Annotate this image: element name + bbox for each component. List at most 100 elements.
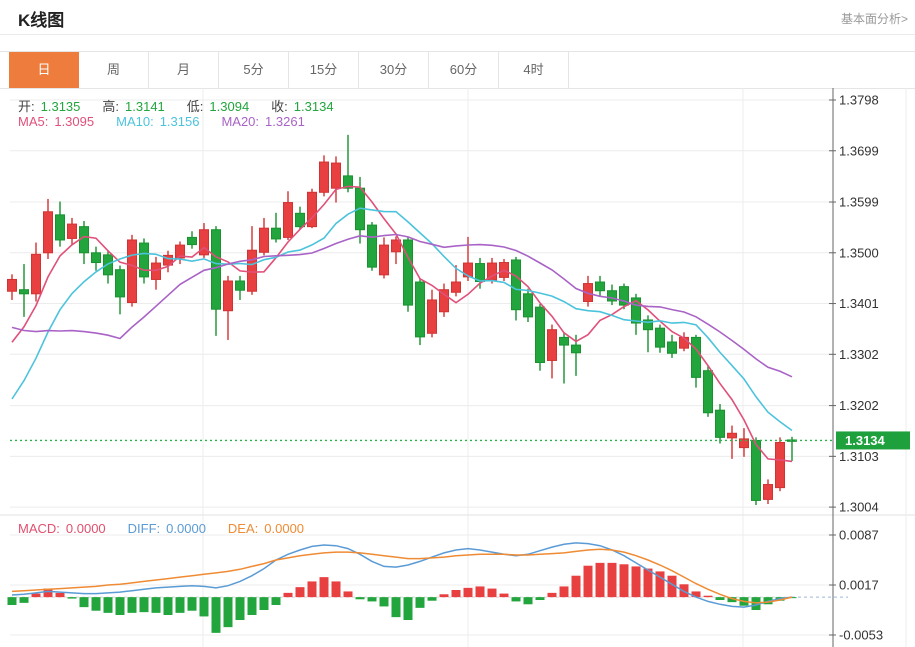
macd-bar bbox=[643, 568, 653, 598]
macd-bar bbox=[487, 588, 497, 598]
candle-body bbox=[775, 441, 785, 489]
fundamental-analysis-link[interactable]: 基本面分析> bbox=[841, 10, 908, 27]
candle-body bbox=[427, 299, 437, 334]
current-price-badge-text: 1.3134 bbox=[845, 433, 886, 448]
timeframe-tabbar: 日周月 5分 15分 30分 60分 4时 bbox=[0, 51, 915, 89]
candle-body bbox=[283, 202, 293, 238]
candle-body bbox=[319, 161, 329, 193]
macd-bar bbox=[463, 587, 473, 598]
candle-body bbox=[211, 229, 221, 310]
candle-body bbox=[595, 281, 605, 292]
candle bbox=[319, 155, 329, 197]
candle-body bbox=[55, 214, 65, 241]
candle-body bbox=[259, 227, 269, 253]
candle bbox=[67, 217, 77, 246]
candle-body bbox=[187, 236, 197, 246]
macd-bar bbox=[511, 597, 521, 602]
macd-bar bbox=[547, 592, 557, 598]
candle bbox=[775, 437, 785, 492]
candle-body bbox=[67, 223, 77, 239]
candle-body bbox=[547, 329, 557, 361]
candle bbox=[151, 256, 161, 290]
candle bbox=[187, 231, 197, 249]
candle bbox=[307, 188, 317, 229]
macd-bar bbox=[319, 577, 329, 598]
candle-body bbox=[295, 212, 305, 228]
tab-60分[interactable]: 60分 bbox=[429, 52, 499, 88]
macd-axis-labels: 0.0087 0.0017 -0.0053 bbox=[829, 528, 883, 643]
candle bbox=[367, 222, 377, 271]
candle bbox=[223, 275, 233, 340]
candle-body bbox=[691, 336, 701, 378]
candle bbox=[739, 428, 749, 457]
candle bbox=[331, 156, 341, 203]
price-axis-label: 1.3401 bbox=[839, 296, 879, 311]
candle-body bbox=[139, 242, 149, 278]
candle bbox=[415, 278, 425, 346]
candle-body bbox=[667, 341, 677, 354]
candle-body bbox=[715, 409, 725, 438]
candle bbox=[703, 365, 713, 417]
macd-bar bbox=[391, 597, 401, 618]
macd-bar bbox=[91, 597, 101, 611]
candle bbox=[163, 250, 173, 273]
tab-周[interactable]: 周 bbox=[79, 52, 149, 88]
candle-body bbox=[535, 306, 545, 364]
macd-bar bbox=[283, 592, 293, 598]
candle-body bbox=[571, 344, 581, 354]
candle bbox=[595, 275, 605, 297]
macd-bar bbox=[595, 562, 605, 598]
price-axis-label: 1.3798 bbox=[839, 93, 879, 108]
title-divider bbox=[0, 34, 915, 35]
macd-bar bbox=[31, 593, 41, 598]
candle bbox=[139, 238, 149, 284]
candle-body bbox=[415, 281, 425, 338]
ma5-line bbox=[11, 185, 793, 463]
tab-30分[interactable]: 30分 bbox=[359, 52, 429, 88]
macd-bar bbox=[7, 597, 17, 605]
macd-bar bbox=[631, 566, 641, 598]
macd-bar bbox=[175, 597, 185, 613]
candle bbox=[343, 134, 353, 193]
candlestick-chart[interactable]: 1.3798 1.3699 1.3599 1.3500 1.3401 1.3302 1.32… bbox=[0, 88, 915, 647]
candle-body bbox=[7, 278, 17, 292]
candle-body bbox=[763, 484, 773, 500]
candle bbox=[559, 332, 569, 384]
tab-4时[interactable]: 4时 bbox=[499, 52, 569, 88]
candle-body bbox=[727, 432, 737, 439]
candle-body bbox=[451, 281, 461, 293]
candle-body bbox=[43, 211, 53, 254]
candle bbox=[643, 315, 653, 353]
candle bbox=[283, 191, 293, 240]
macd-bar bbox=[55, 592, 65, 598]
macd-bar bbox=[583, 565, 593, 598]
tab-15分[interactable]: 15分 bbox=[289, 52, 359, 88]
macd-bar bbox=[19, 597, 29, 603]
candle-body bbox=[223, 280, 233, 312]
macd-bar bbox=[427, 597, 437, 601]
macd-bar bbox=[307, 581, 317, 598]
tab-5分[interactable]: 5分 bbox=[219, 52, 289, 88]
price-axis-label: 1.3004 bbox=[839, 500, 879, 515]
candle bbox=[763, 479, 773, 505]
macd-bar bbox=[499, 593, 509, 598]
candle-body bbox=[655, 327, 665, 348]
macd-bar bbox=[571, 575, 581, 598]
macd-bar bbox=[271, 597, 281, 605]
macd-axis-label: 0.0017 bbox=[839, 578, 879, 593]
macd-bar bbox=[199, 597, 209, 617]
macd-bar bbox=[259, 597, 269, 610]
macd-bar bbox=[475, 586, 485, 598]
candle bbox=[91, 246, 101, 271]
macd-bar bbox=[703, 595, 713, 598]
macd-bar bbox=[103, 597, 113, 613]
candle bbox=[115, 265, 125, 315]
tab-月[interactable]: 月 bbox=[149, 52, 219, 88]
candle bbox=[235, 275, 245, 300]
kline-page: K线图 基本面分析> 日周月 5分 15分 30分 60分 4时 开: 1.3135 高: 1.… bbox=[0, 0, 915, 647]
candle bbox=[79, 221, 89, 265]
tab-日[interactable]: 日 bbox=[9, 52, 79, 88]
price-axis-label: 1.3599 bbox=[839, 195, 879, 210]
price-axis-label: 1.3500 bbox=[839, 245, 879, 260]
candle-body bbox=[271, 227, 281, 240]
